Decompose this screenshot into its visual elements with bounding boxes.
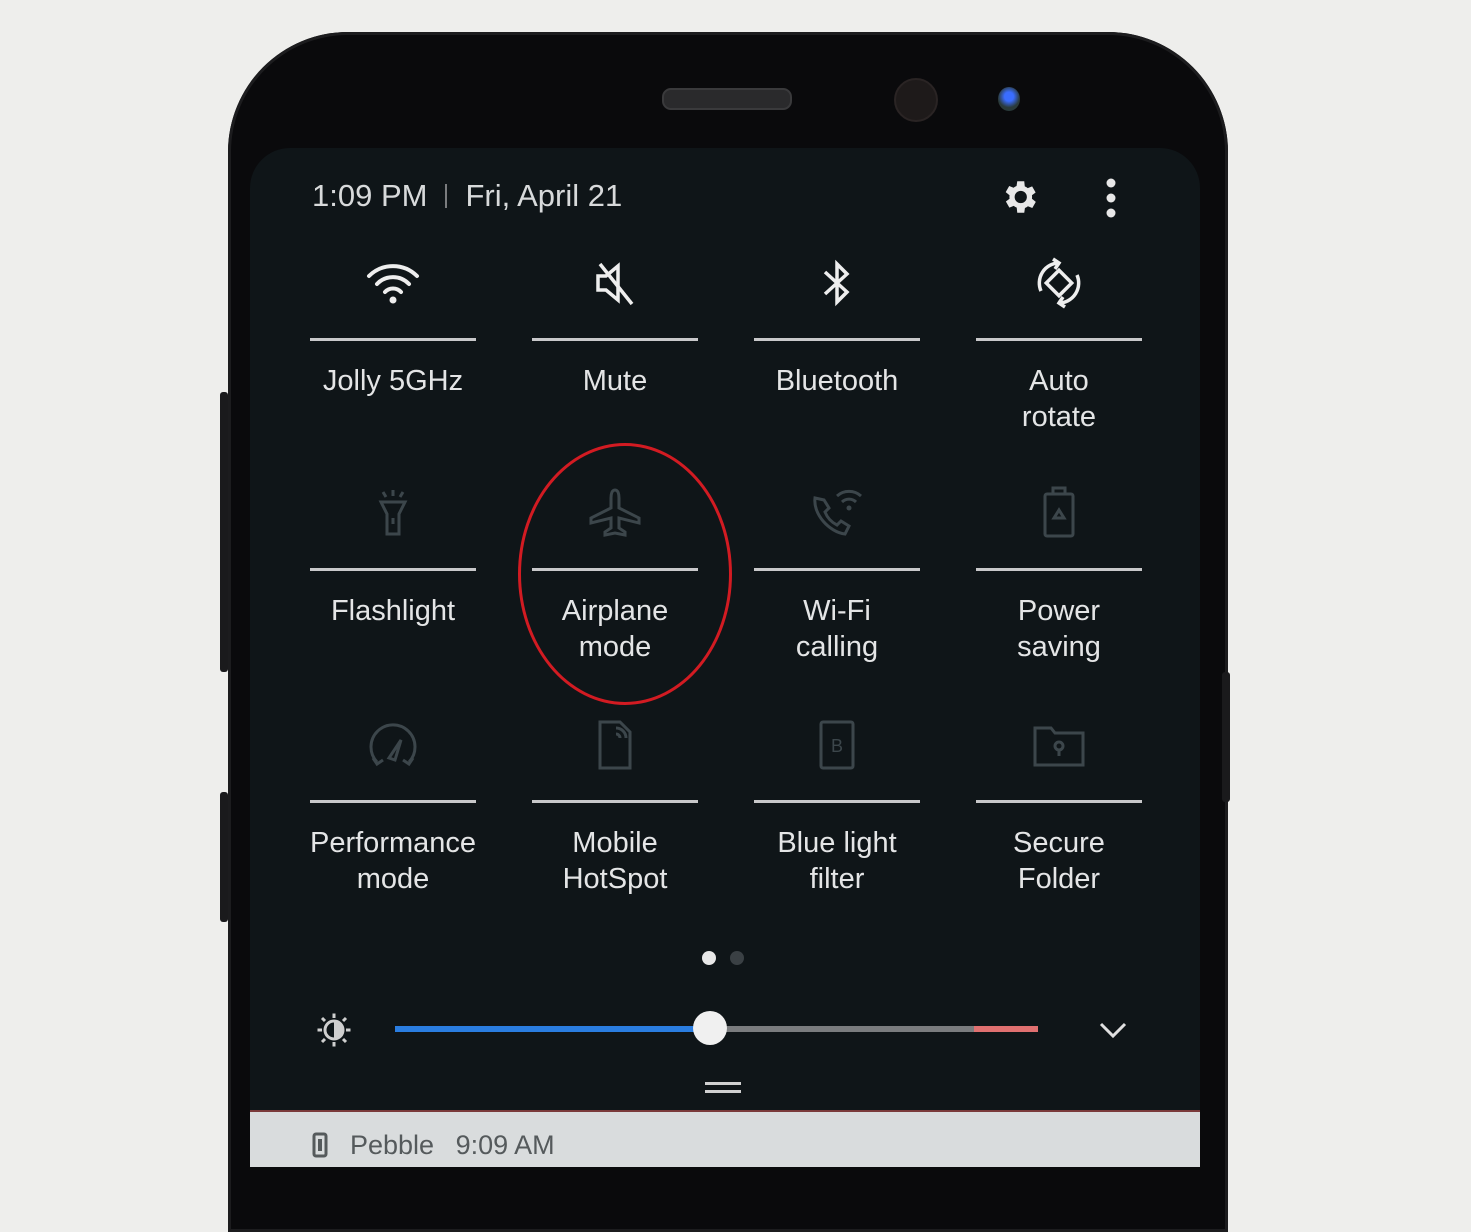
tile-label: Auto rotate — [1021, 365, 1097, 433]
more-vertical-icon — [1106, 178, 1116, 218]
slider-thumb[interactable] — [693, 1011, 728, 1045]
tile-label: Wi-Fi calling — [795, 595, 879, 663]
tile-power-saving[interactable]: Power saving — [976, 478, 1142, 665]
tile-divider — [754, 800, 920, 803]
tile-label: Blue light filter — [777, 827, 897, 895]
tile-label: Bluetooth — [775, 365, 899, 397]
slider-high-zone — [974, 1026, 1038, 1032]
tile-auto-rotate[interactable]: Auto rotate — [976, 248, 1142, 435]
tile-label: Flashlight — [330, 595, 456, 627]
tile-performance-mode[interactable]: Performance mode — [310, 710, 476, 897]
power-button — [1222, 672, 1230, 802]
sensor — [998, 87, 1020, 111]
tile-divider — [310, 568, 476, 571]
tile-divider — [976, 568, 1142, 571]
phone-device-icon — [312, 1132, 328, 1158]
status-header: 1:09 PM Fri, April 21 — [312, 178, 622, 214]
tile-divider — [310, 800, 476, 803]
tile-label: Mute — [582, 365, 648, 397]
mute-icon — [532, 248, 698, 318]
secure-folder-icon — [976, 710, 1142, 780]
tile-bluetooth[interactable]: Bluetooth — [754, 248, 920, 399]
divider — [445, 184, 448, 208]
flashlight-icon — [310, 478, 476, 548]
chevron-down-icon[interactable] — [1098, 1020, 1128, 1040]
tile-label: Power saving — [1017, 595, 1101, 663]
tile-divider — [532, 800, 698, 803]
tile-secure-folder[interactable]: Secure Folder — [976, 710, 1142, 897]
tile-flashlight[interactable]: Flashlight — [310, 478, 476, 629]
tile-label: Performance mode — [310, 827, 477, 895]
notification-item[interactable]: Pebble 9:09 AM — [250, 1110, 1200, 1167]
panel-drag-handle[interactable] — [705, 1082, 741, 1098]
auto-rotate-icon — [976, 248, 1142, 318]
svg-text:B: B — [831, 736, 843, 756]
tile-jolly-5ghz[interactable]: Jolly 5GHz — [310, 248, 476, 399]
tile-label: Mobile HotSpot — [562, 827, 668, 895]
tile-divider — [310, 338, 476, 341]
brightness-slider[interactable] — [395, 1011, 1038, 1045]
front-camera — [894, 78, 938, 122]
tile-divider — [532, 338, 698, 341]
bluetooth-icon — [754, 248, 920, 318]
tile-blue-light-filter[interactable]: B Blue light filter — [754, 710, 920, 897]
notification-time: 9:09 AM — [455, 1130, 555, 1160]
slider-track — [710, 1026, 974, 1032]
performance-icon — [310, 710, 476, 780]
settings-button[interactable] — [998, 176, 1040, 223]
tile-divider — [976, 338, 1142, 341]
slider-fill — [395, 1026, 711, 1032]
tile-label: Secure Folder — [1013, 827, 1105, 895]
side-button — [220, 392, 228, 672]
more-options-button[interactable] — [1104, 178, 1118, 223]
earpiece-speaker — [662, 88, 792, 110]
annotation-highlight-circle — [518, 443, 732, 705]
brightness-icon — [317, 1013, 351, 1047]
notification-app: Pebble — [350, 1130, 435, 1160]
power-saving-icon — [976, 478, 1142, 548]
hotspot-icon — [532, 710, 698, 780]
date: Fri, April 21 — [465, 178, 623, 213]
wifi-calling-icon — [754, 478, 920, 548]
tile-divider — [754, 338, 920, 341]
blue-light-icon: B — [754, 710, 920, 780]
gear-icon — [1005, 181, 1036, 213]
page-dot-active[interactable] — [702, 951, 716, 965]
tile-label: Jolly 5GHz — [322, 365, 464, 397]
side-button — [220, 792, 228, 922]
tile-wi-fi-calling[interactable]: Wi-Fi calling — [754, 478, 920, 665]
wifi-icon — [310, 248, 476, 318]
tile-divider — [754, 568, 920, 571]
page-dot[interactable] — [730, 951, 744, 965]
tile-mobile-hotspot[interactable]: Mobile HotSpot — [532, 710, 698, 897]
page-indicator — [702, 951, 744, 965]
clock: 1:09 PM — [312, 178, 428, 213]
quick-settings-panel: 1:09 PM Fri, April 21 Jolly 5GHz Mute Blue… — [250, 148, 1200, 1167]
tile-mute[interactable]: Mute — [532, 248, 698, 399]
tile-divider — [976, 800, 1142, 803]
